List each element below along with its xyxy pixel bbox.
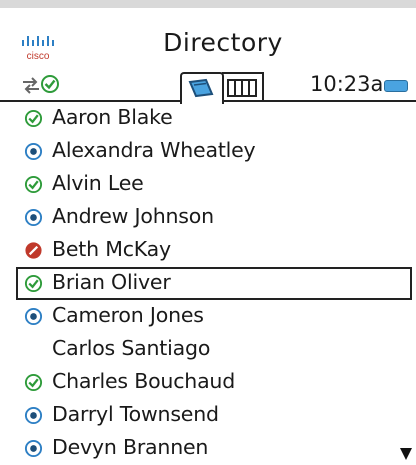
busy-slash-icon <box>25 242 42 259</box>
contact-name: Alexandra Wheatley <box>52 138 256 162</box>
available-check-icon <box>24 109 43 128</box>
away-dot-icon <box>24 142 43 161</box>
available-check-icon[interactable] <box>40 74 60 94</box>
contact-name: Beth McKay <box>52 237 171 261</box>
contact-name: Cameron Jones <box>52 303 204 327</box>
contact-name: Darryl Townsend <box>52 402 219 426</box>
tab-keypad[interactable] <box>222 72 264 102</box>
scroll-down-arrow-icon[interactable] <box>400 448 412 460</box>
contact-row[interactable]: Darryl Townsend <box>0 399 416 432</box>
contact-name: Brian Oliver <box>52 270 171 294</box>
contact-name: Aaron Blake <box>52 105 173 129</box>
page-title: Directory <box>163 28 283 57</box>
contact-row[interactable]: Devyn Brannen <box>0 432 416 465</box>
contact-row[interactable]: Brian Oliver <box>16 267 412 300</box>
contact-list: Aaron Blake Alexandra Wheatley Alvin Lee An… <box>0 102 416 465</box>
contact-row[interactable]: Alvin Lee <box>0 168 416 201</box>
contact-name: Charles Bouchaud <box>52 369 236 393</box>
contact-row[interactable]: Aaron Blake <box>0 102 416 135</box>
clock-time: 10:23a <box>310 72 384 96</box>
status-bar: 10:23a <box>0 70 416 104</box>
available-check-icon <box>24 373 43 392</box>
contact-row[interactable]: Cameron Jones <box>0 300 416 333</box>
available-check-icon <box>24 274 43 293</box>
away-dot-icon <box>24 307 43 326</box>
battery-icon <box>384 80 408 92</box>
away-dot-icon <box>24 406 43 425</box>
away-dot-icon <box>24 208 43 227</box>
contact-row[interactable]: Charles Bouchaud <box>0 366 416 399</box>
keypad-icon <box>227 79 257 97</box>
contact-name: Andrew Johnson <box>52 204 214 228</box>
away-dot-icon <box>24 439 43 458</box>
contacts-book-icon <box>188 78 214 98</box>
contact-row[interactable]: Andrew Johnson <box>0 201 416 234</box>
contact-name: Devyn Brannen <box>52 435 209 459</box>
contact-row[interactable]: Carlos Santiago <box>0 333 416 366</box>
contact-name: Carlos Santiago <box>52 336 211 360</box>
sync-arrows-icon <box>23 77 39 94</box>
tab-contacts[interactable] <box>180 72 224 104</box>
contact-name: Alvin Lee <box>52 171 144 195</box>
contact-row[interactable]: Alexandra Wheatley <box>0 135 416 168</box>
available-check-icon <box>24 175 43 194</box>
app-window: cisco Directory 10:23a Aaron Blake Alexa… <box>0 0 416 460</box>
title-bar: cisco Directory <box>0 16 416 70</box>
contact-row[interactable]: Beth McKay <box>0 234 416 267</box>
